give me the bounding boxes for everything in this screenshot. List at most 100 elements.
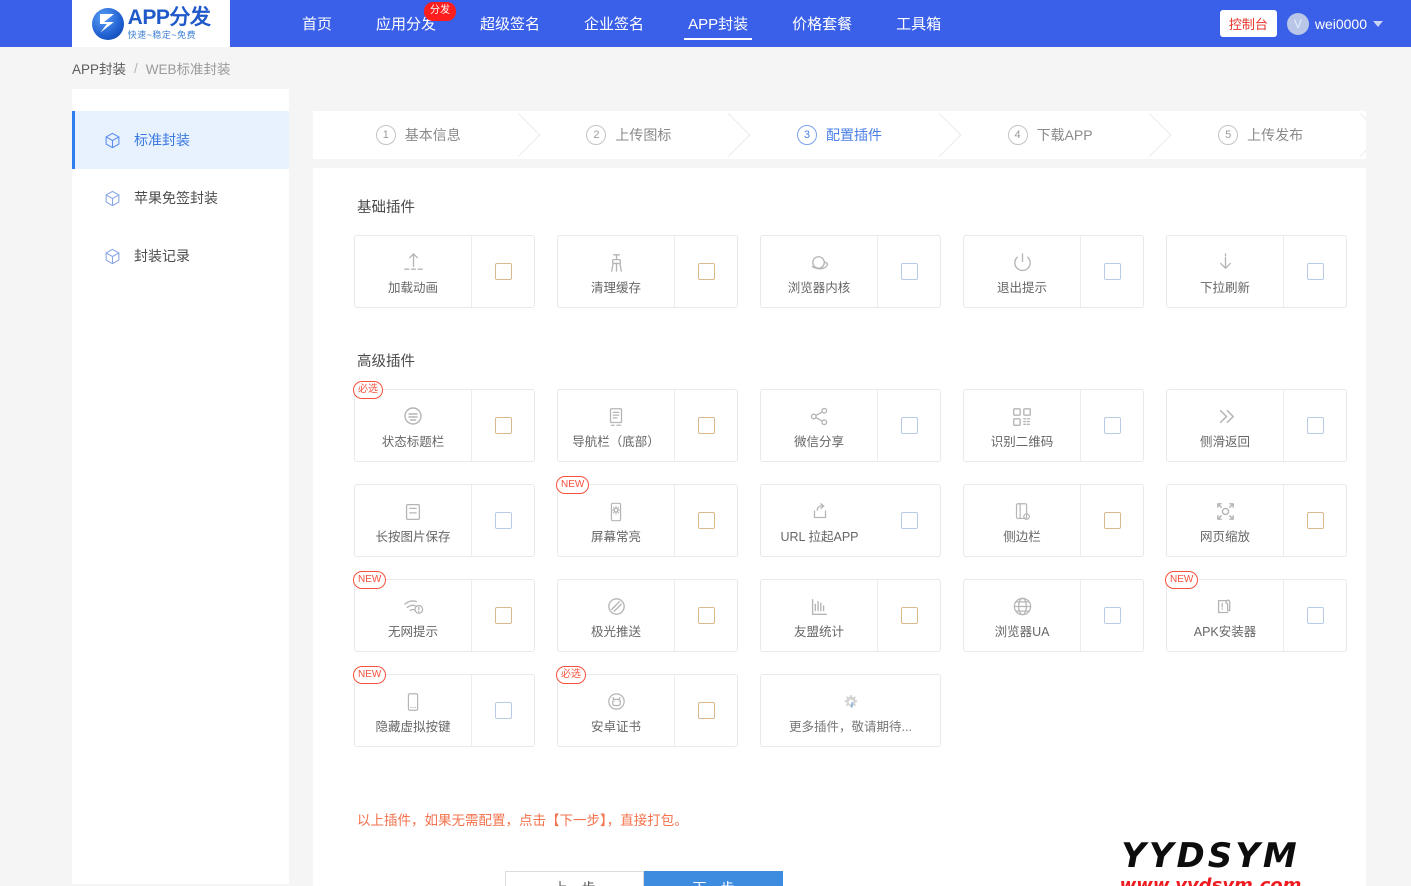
site-logo[interactable]: APP分发 快速~稳定~免费 [72, 0, 230, 47]
step-3-configure-plugins[interactable]: 3 配置插件 [734, 111, 945, 159]
plugin-card-clear-cache[interactable]: 清理缓存 [557, 235, 738, 308]
plugin-card-bottom-nav-bar[interactable]: 导航栏（底部） [557, 389, 738, 462]
plugin-card-jpush[interactable]: 极光推送 [557, 579, 738, 652]
step-2-upload-icon[interactable]: 2 上传图标 [524, 111, 735, 159]
plugin-card-url-launch-app[interactable]: URL 拉起APP [760, 484, 941, 557]
step-1-basic-info[interactable]: 1 基本信息 [313, 111, 524, 159]
nav-item-enterprise-sign[interactable]: 企业签名 [562, 0, 666, 47]
new-badge: NEW [353, 571, 386, 589]
next-step-button[interactable]: 下一步 [644, 871, 783, 886]
plugin-card-android-certificate[interactable]: 必选 安卓证书 [557, 674, 738, 747]
plugin-checkbox[interactable] [698, 512, 715, 529]
plugin-checkbox[interactable] [1104, 263, 1121, 280]
android-icon [605, 687, 628, 713]
plugin-checkbox[interactable] [1104, 417, 1121, 434]
avatar: V [1287, 13, 1309, 35]
plugin-label: URL 拉起APP [780, 526, 858, 545]
plugin-card-no-network-prompt[interactable]: NEW 无网提示 [354, 579, 535, 652]
plugin-checkbox[interactable] [698, 607, 715, 624]
content-area: 1 基本信息 2 上传图标 3 配置插件 4 下载APP 5 上传发布 [289, 89, 1411, 884]
plugin-card-swipe-back[interactable]: 侧滑返回 [1166, 389, 1347, 462]
plugin-card-scan-qrcode[interactable]: 识别二维码 [963, 389, 1144, 462]
nav-item-app-distribution[interactable]: 应用分发 分发 [354, 0, 458, 47]
breadcrumb-separator: / [134, 61, 138, 76]
plugin-label: 安卓证书 [591, 716, 641, 735]
sidebar-item-packaging-records[interactable]: 封装记录 [72, 227, 289, 285]
plugin-checkbox[interactable] [1104, 607, 1121, 624]
plugin-card-longpress-save-image[interactable]: 长按图片保存 [354, 484, 535, 557]
plugin-card-wechat-share[interactable]: 微信分享 [760, 389, 941, 462]
plugin-card-apk-installer[interactable]: NEW APK安装器 [1166, 579, 1347, 652]
step-label: 基本信息 [405, 125, 461, 145]
plugin-label: 浏览器内核 [788, 277, 851, 296]
plugin-checkbox[interactable] [1307, 417, 1324, 434]
plugin-label: 浏览器UA [995, 621, 1050, 640]
nav-item-super-sign[interactable]: 超级签名 [458, 0, 562, 47]
plugin-label: 状态标题栏 [382, 431, 445, 450]
plugin-label: 导航栏（底部） [572, 431, 660, 450]
plugin-card-pull-refresh[interactable]: 下拉刷新 [1166, 235, 1347, 308]
download-arrow-icon [1214, 248, 1237, 274]
prev-step-button[interactable]: 上一步 [505, 871, 644, 886]
step-label: 下载APP [1037, 125, 1093, 145]
sidebar: 标准封装 苹果免签封装 封装记录 [72, 89, 289, 884]
sidebar-item-standard-packaging[interactable]: 标准封装 [72, 111, 289, 169]
nav-item-app-packaging[interactable]: APP封装 [666, 0, 770, 47]
logo-mark-icon [92, 8, 124, 40]
plugin-checkbox[interactable] [901, 512, 918, 529]
plugin-checkbox[interactable] [1104, 512, 1121, 529]
plugin-label: 无网提示 [388, 621, 438, 640]
plugin-card-exit-prompt[interactable]: 退出提示 [963, 235, 1144, 308]
qrcode-icon [1011, 402, 1033, 428]
plugin-checkbox[interactable] [698, 702, 715, 719]
plugin-checkbox[interactable] [1307, 607, 1324, 624]
note-text: 以上插件，如果无需配置，点击【下一步】，直接打包。 [313, 809, 1366, 829]
plugin-checkbox[interactable] [698, 263, 715, 280]
plugin-checkbox[interactable] [495, 512, 512, 529]
plugin-card-umeng-analytics[interactable]: 友盟统计 [760, 579, 941, 652]
step-4-download-app[interactable]: 4 下载APP [945, 111, 1156, 159]
plugin-card-sidebar[interactable]: 侧边栏 [963, 484, 1144, 557]
phone-icon [402, 687, 424, 713]
nav-item-pricing[interactable]: 价格套餐 [770, 0, 874, 47]
console-button[interactable]: 控制台 [1220, 10, 1277, 37]
plugin-checkbox[interactable] [495, 702, 512, 719]
wifi-off-icon [402, 592, 425, 618]
plugin-checkbox[interactable] [901, 607, 918, 624]
plugin-checkbox[interactable] [698, 417, 715, 434]
menu-circle-icon [401, 402, 425, 428]
nav-item-home[interactable]: 首页 [280, 0, 354, 47]
user-menu[interactable]: V wei0000 [1287, 13, 1383, 35]
plugin-card-page-zoom[interactable]: 网页缩放 [1166, 484, 1347, 557]
plugin-label: 网页缩放 [1200, 526, 1250, 545]
plugin-label: 微信分享 [794, 431, 844, 450]
breadcrumb-root[interactable]: APP封装 [72, 58, 126, 78]
plugin-label: APK安装器 [1194, 621, 1257, 640]
step-number: 5 [1218, 125, 1238, 145]
plugin-card-browser-kernel[interactable]: 浏览器内核 [760, 235, 941, 308]
plugin-card-keep-screen-on[interactable]: NEW 屏幕常亮 [557, 484, 738, 557]
breadcrumb: APP封装 / WEB标准封装 [0, 47, 1411, 89]
plugin-checkbox[interactable] [901, 263, 918, 280]
plugin-checkbox[interactable] [495, 263, 512, 280]
plugin-card-loading-animation[interactable]: 加载动画 [354, 235, 535, 308]
external-link-icon [809, 497, 831, 523]
top-navigation-bar: APP分发 快速~稳定~免费 首页 应用分发 分发 超级签名 企业签名 APP封… [0, 0, 1411, 47]
plugin-label: 加载动画 [388, 277, 438, 296]
step-arrow-icon [713, 111, 735, 159]
nav-item-toolbox[interactable]: 工具箱 [874, 0, 963, 47]
plugin-card-status-title-bar[interactable]: 必选 状态标题栏 [354, 389, 535, 462]
plugin-checkbox[interactable] [1307, 263, 1324, 280]
sidebar-item-apple-free-sign-packaging[interactable]: 苹果免签封装 [72, 169, 289, 227]
plugin-checkbox[interactable] [1307, 512, 1324, 529]
plugin-label: 清理缓存 [591, 277, 641, 296]
plugin-checkbox[interactable] [495, 607, 512, 624]
cube-icon [104, 132, 121, 149]
plugin-checkbox[interactable] [901, 417, 918, 434]
plugin-card-hide-virtual-keys[interactable]: NEW 隐藏虚拟按键 [354, 674, 535, 747]
plugin-card-browser-ua[interactable]: 浏览器UA [963, 579, 1144, 652]
section-title-advanced-plugins: 高级插件 [313, 350, 1366, 371]
nav-label: 价格套餐 [792, 13, 852, 34]
plugin-checkbox[interactable] [495, 417, 512, 434]
step-5-upload-publish[interactable]: 5 上传发布 [1155, 111, 1366, 159]
